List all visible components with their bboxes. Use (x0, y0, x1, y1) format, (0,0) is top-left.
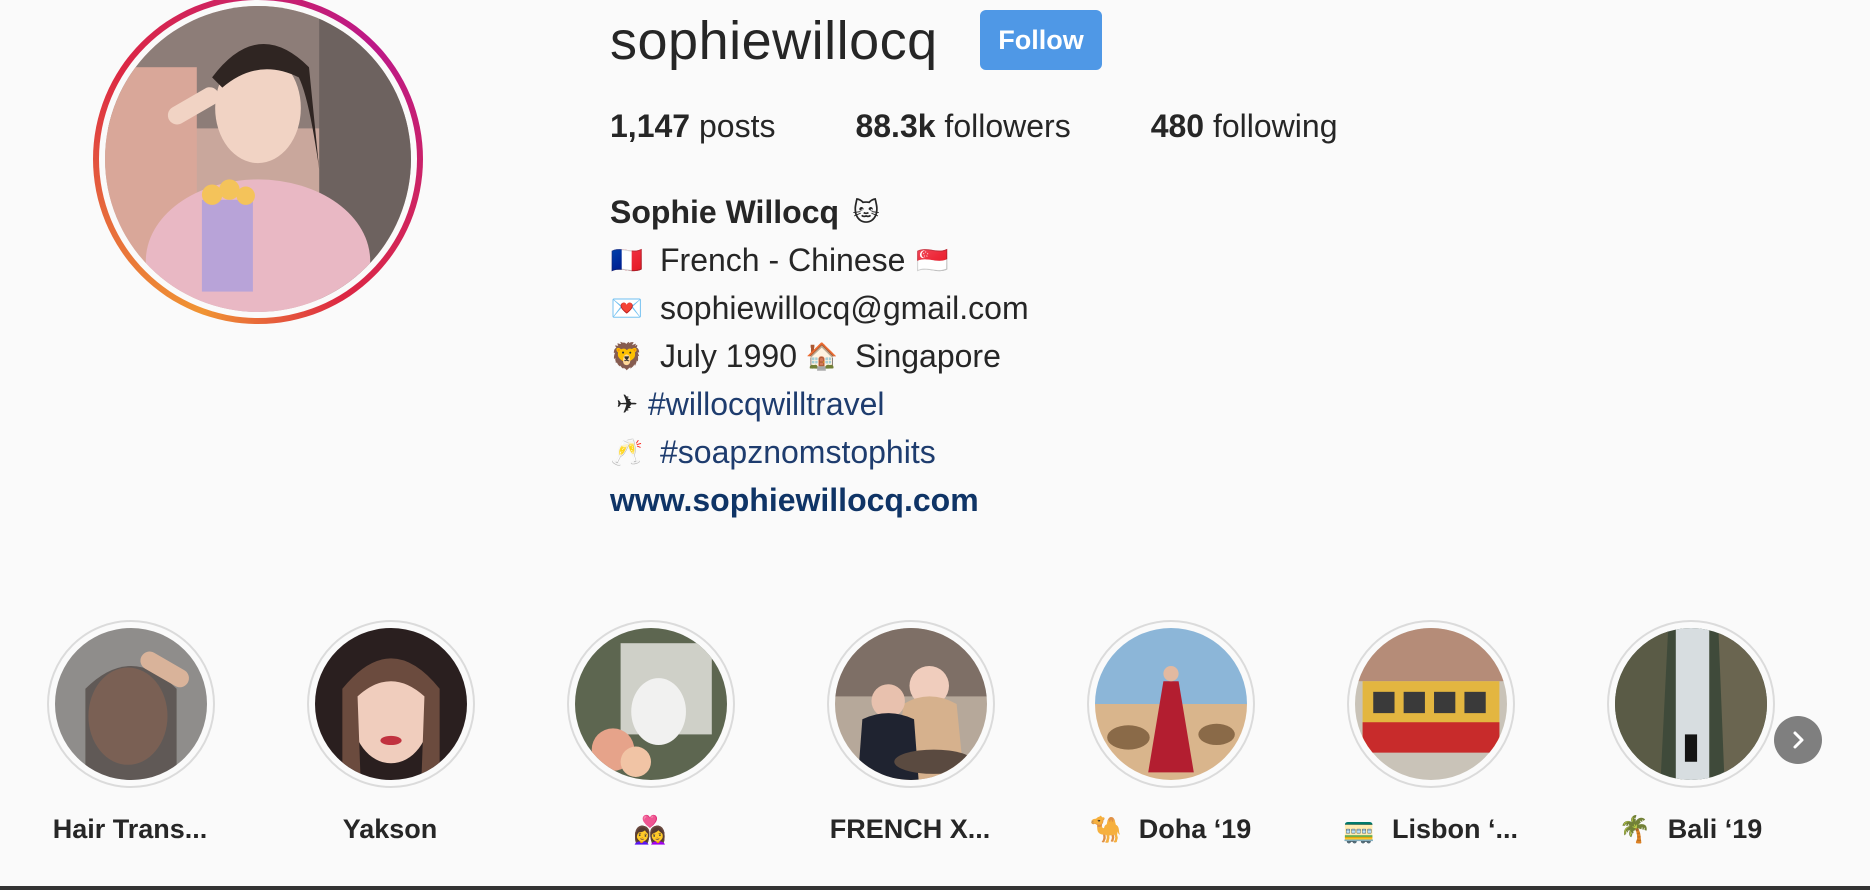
profile-username: sophiewillocq (610, 11, 938, 71)
profile-stats: 1,147 posts 88.3k followers 480 followin… (610, 108, 1417, 145)
posts-stat[interactable]: 1,147 posts (610, 108, 775, 145)
highlight-cover (1615, 628, 1767, 780)
house-icon: 🏠 (805, 341, 839, 371)
highlight-title-text: Doha ‘19 (1138, 814, 1252, 844)
airplane-icon: ✈ (616, 389, 638, 419)
chevron-right-icon (1793, 731, 1804, 749)
bio-name-line: Sophie Willocq 🐱 (610, 188, 1029, 236)
followers-count: 88.3k (855, 108, 936, 144)
highlight-title-text: Hair Trans... (52, 814, 208, 844)
highlight-cover (835, 628, 987, 780)
highlight-ring (1607, 620, 1775, 788)
nationality-text: French - Chinese (660, 242, 906, 278)
highlight-title: Yakson (270, 814, 510, 845)
bio-line-birth-location: 🦁 July 1990 🏠 Singapore (610, 332, 1029, 380)
highlight-title-text: Yakson (342, 814, 438, 844)
bio-line-email: 💌 sophiewillocq@gmail.com (610, 284, 1029, 332)
highlight-title: Hair Trans... (10, 814, 250, 845)
full-name: Sophie Willocq (610, 194, 840, 230)
profile-avatar[interactable] (93, 0, 423, 324)
highlight-title: 🐪 Doha ‘19 (1050, 814, 1290, 845)
love-letter-icon: 💌 (610, 293, 644, 323)
highlight-ring (47, 620, 215, 788)
highlight-cover (1095, 628, 1247, 780)
posts-count: 1,147 (610, 108, 691, 144)
highlight-title-text: FRENCH X... (829, 814, 991, 844)
bio-line-travel-tag: ✈ #willocqwilltravel (610, 380, 1029, 428)
story-highlights: Hair Trans... Yakson 👩‍❤️‍👩 FR (0, 620, 1870, 870)
follow-button[interactable]: Follow (980, 10, 1102, 70)
highlight-title-text: Bali ‘19 (1667, 814, 1763, 844)
following-stat[interactable]: 480 following (1151, 108, 1338, 145)
highlight-title: FRENCH X... (790, 814, 1030, 845)
singapore-flag-icon: 🇸🇬 (916, 245, 949, 275)
website-link[interactable]: www.sophiewillocq.com (610, 476, 979, 524)
birth-date-text: July 1990 (660, 338, 797, 374)
bio-line-nationality: 🇫🇷 French - Chinese 🇸🇬 (610, 236, 1029, 284)
highlight-cover (1355, 628, 1507, 780)
followers-stat[interactable]: 88.3k followers (855, 108, 1070, 145)
following-label: following (1212, 108, 1338, 144)
highlight-ring (567, 620, 735, 788)
highlight-cover (575, 628, 727, 780)
bottom-divider (0, 886, 1870, 890)
camel-icon: 🐪 (1089, 814, 1122, 844)
avatar-image (105, 6, 411, 312)
palm-tree-icon: 🌴 (1618, 814, 1651, 844)
hashtag-willocqwilltravel[interactable]: #willocqwilltravel (648, 380, 885, 428)
bio-line-website: www.sophiewillocq.com (610, 476, 1029, 524)
location-text: Singapore (854, 338, 1001, 374)
highlights-next-button[interactable] (1774, 716, 1822, 764)
following-count: 480 (1150, 108, 1205, 144)
highlight-title-text: Lisbon ‘... (1392, 814, 1518, 844)
highlight-ring (827, 620, 995, 788)
email-text: sophiewillocq@gmail.com (660, 290, 1029, 326)
cat-emoji: 🐱 (852, 197, 880, 227)
followers-label: followers (944, 108, 1071, 144)
highlight-title: 👩‍❤️‍👩 (530, 814, 770, 846)
clinking-glasses-icon: 🥂 (610, 437, 644, 467)
hashtag-soapznomstophits[interactable]: #soapznomstophits (660, 428, 936, 476)
posts-label: posts (698, 108, 776, 144)
highlight-title: 🌴 Bali ‘19 (1570, 814, 1810, 845)
highlight-cover (55, 628, 207, 780)
highlight-ring (1347, 620, 1515, 788)
couple-heart-icon: 👩‍❤️‍👩 (633, 815, 667, 845)
highlight-ring (1087, 620, 1255, 788)
highlight-ring (307, 620, 475, 788)
bio-line-soapz-tag: 🥂 #soapznomstophits (610, 428, 1029, 476)
highlight-title: 🚃 Lisbon ‘... (1310, 814, 1550, 845)
profile-bio: Sophie Willocq 🐱 🇫🇷 French - Chinese 🇸🇬 … (610, 188, 1029, 524)
france-flag-icon: 🇫🇷 (610, 245, 644, 275)
highlight-cover (315, 628, 467, 780)
tram-icon: 🚃 (1342, 814, 1376, 844)
lion-icon: 🦁 (610, 341, 644, 371)
